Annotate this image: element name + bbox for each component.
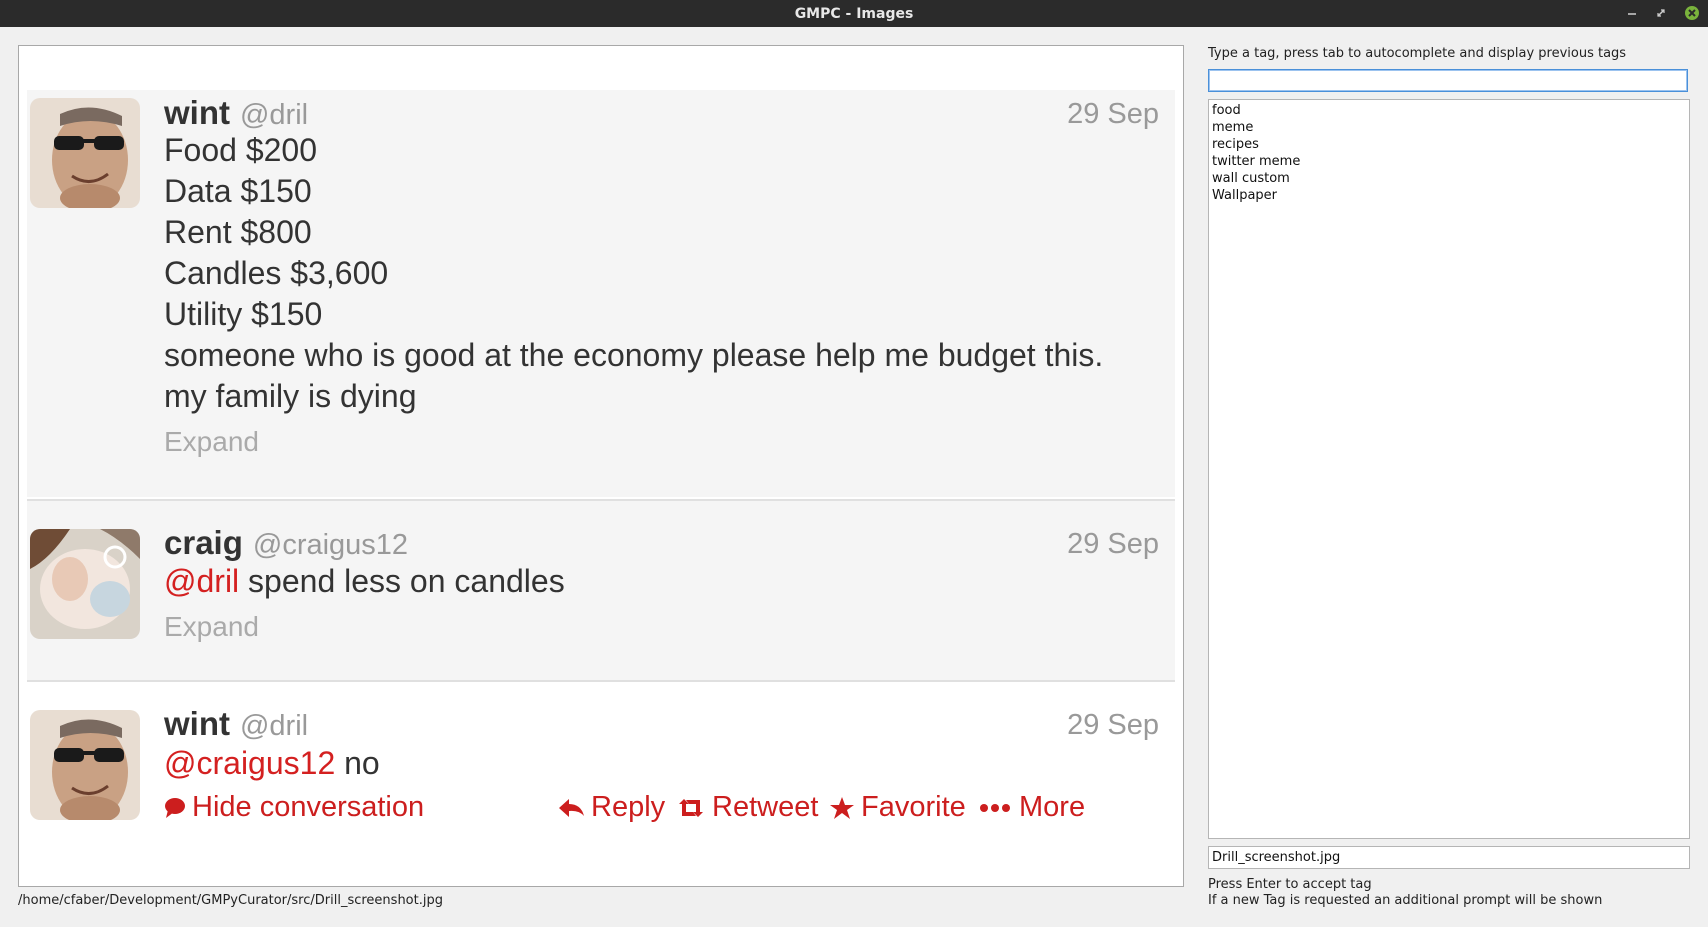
tag-item[interactable]: food bbox=[1209, 102, 1689, 119]
favorite-action: Favorite bbox=[829, 791, 966, 824]
tag-item[interactable]: recipes bbox=[1209, 136, 1689, 153]
restore-icon[interactable] bbox=[1654, 6, 1668, 20]
reply-icon bbox=[559, 798, 584, 817]
filename-field[interactable]: Drill_screenshot.jpg bbox=[1208, 846, 1690, 869]
tweet-handle: @craigus12 bbox=[252, 529, 409, 561]
help-text-line: If a new Tag is requested an additional … bbox=[1208, 893, 1603, 908]
tweet-author: wint @dril bbox=[164, 705, 309, 742]
avatar bbox=[30, 710, 140, 820]
tweet-text-line: Data $150 bbox=[164, 173, 312, 209]
tweet-author: craig @craigus12 bbox=[164, 524, 409, 561]
tweet-date: 29 Sep bbox=[1067, 709, 1159, 741]
tag-item[interactable]: twitter meme bbox=[1209, 153, 1689, 170]
reply-action: Reply bbox=[557, 791, 665, 824]
tweet-text-line: Utility $150 bbox=[164, 296, 323, 332]
tweet-author: wint @dril bbox=[164, 94, 309, 131]
star-icon bbox=[830, 796, 854, 819]
tag-instruction: Type a tag, press tab to autocomplete an… bbox=[1208, 46, 1627, 61]
tweet-text-line: @craigus12 no bbox=[164, 745, 380, 781]
hide-conversation-action: Hide conversation bbox=[164, 791, 424, 824]
avatar bbox=[30, 529, 140, 639]
tweet-handle: @dril bbox=[239, 710, 309, 742]
file-path-label: /home/cfaber/Development/GMPyCurator/src… bbox=[18, 893, 443, 908]
retweet-icon bbox=[679, 798, 703, 817]
expand-link: Expand bbox=[164, 426, 259, 457]
tag-list[interactable]: food meme recipes twitter meme wall cust… bbox=[1208, 99, 1690, 839]
minimize-icon[interactable] bbox=[1625, 6, 1639, 20]
tag-item[interactable]: wall custom bbox=[1209, 170, 1689, 187]
more-action: More bbox=[979, 791, 1085, 824]
tag-item[interactable]: meme bbox=[1209, 119, 1689, 136]
tweet-handle: @dril bbox=[239, 99, 309, 131]
mention: @dril bbox=[164, 563, 240, 599]
close-icon[interactable] bbox=[1684, 5, 1700, 21]
avatar bbox=[30, 98, 140, 208]
tweet-date: 29 Sep bbox=[1067, 528, 1159, 560]
tweet-text-line: Rent $800 bbox=[164, 214, 312, 250]
ellipsis-icon bbox=[980, 803, 1010, 812]
image-preview: wint @dril 29 Sep Food $200 Data $150 Ren… bbox=[18, 45, 1184, 887]
tweet-text-line: someone who is good at the economy pleas… bbox=[164, 337, 1104, 373]
tweet-actions: Hide conversation Reply Retweet Favorite… bbox=[164, 791, 1159, 831]
tweet-text-line: Candles $3,600 bbox=[164, 255, 389, 291]
mention: @craigus12 bbox=[164, 745, 336, 781]
window-title: GMPC - Images bbox=[794, 6, 914, 22]
tag-item[interactable]: Wallpaper bbox=[1209, 187, 1689, 204]
retweet-action: Retweet bbox=[676, 791, 818, 824]
expand-link: Expand bbox=[164, 611, 259, 642]
tweet-text-line: Food $200 bbox=[164, 132, 318, 168]
tweet-3: wint @dril 29 Sep @craigus12 no Hide conv… bbox=[27, 680, 1175, 886]
tweet-date: 29 Sep bbox=[1067, 98, 1159, 130]
tag-input[interactable] bbox=[1208, 69, 1688, 92]
tweet-text-line: my family is dying bbox=[164, 378, 417, 414]
window-titlebar: GMPC - Images bbox=[0, 0, 1708, 27]
tweet-2: craig @craigus12 29 Sep @dril spend less … bbox=[27, 499, 1175, 680]
tweet-1: wint @dril 29 Sep Food $200 Data $150 Ren… bbox=[27, 90, 1175, 497]
help-text-line: Press Enter to accept tag bbox=[1208, 877, 1372, 892]
speech-bubble-icon bbox=[165, 797, 185, 818]
tweet-text-line: @dril spend less on candles bbox=[164, 563, 565, 599]
